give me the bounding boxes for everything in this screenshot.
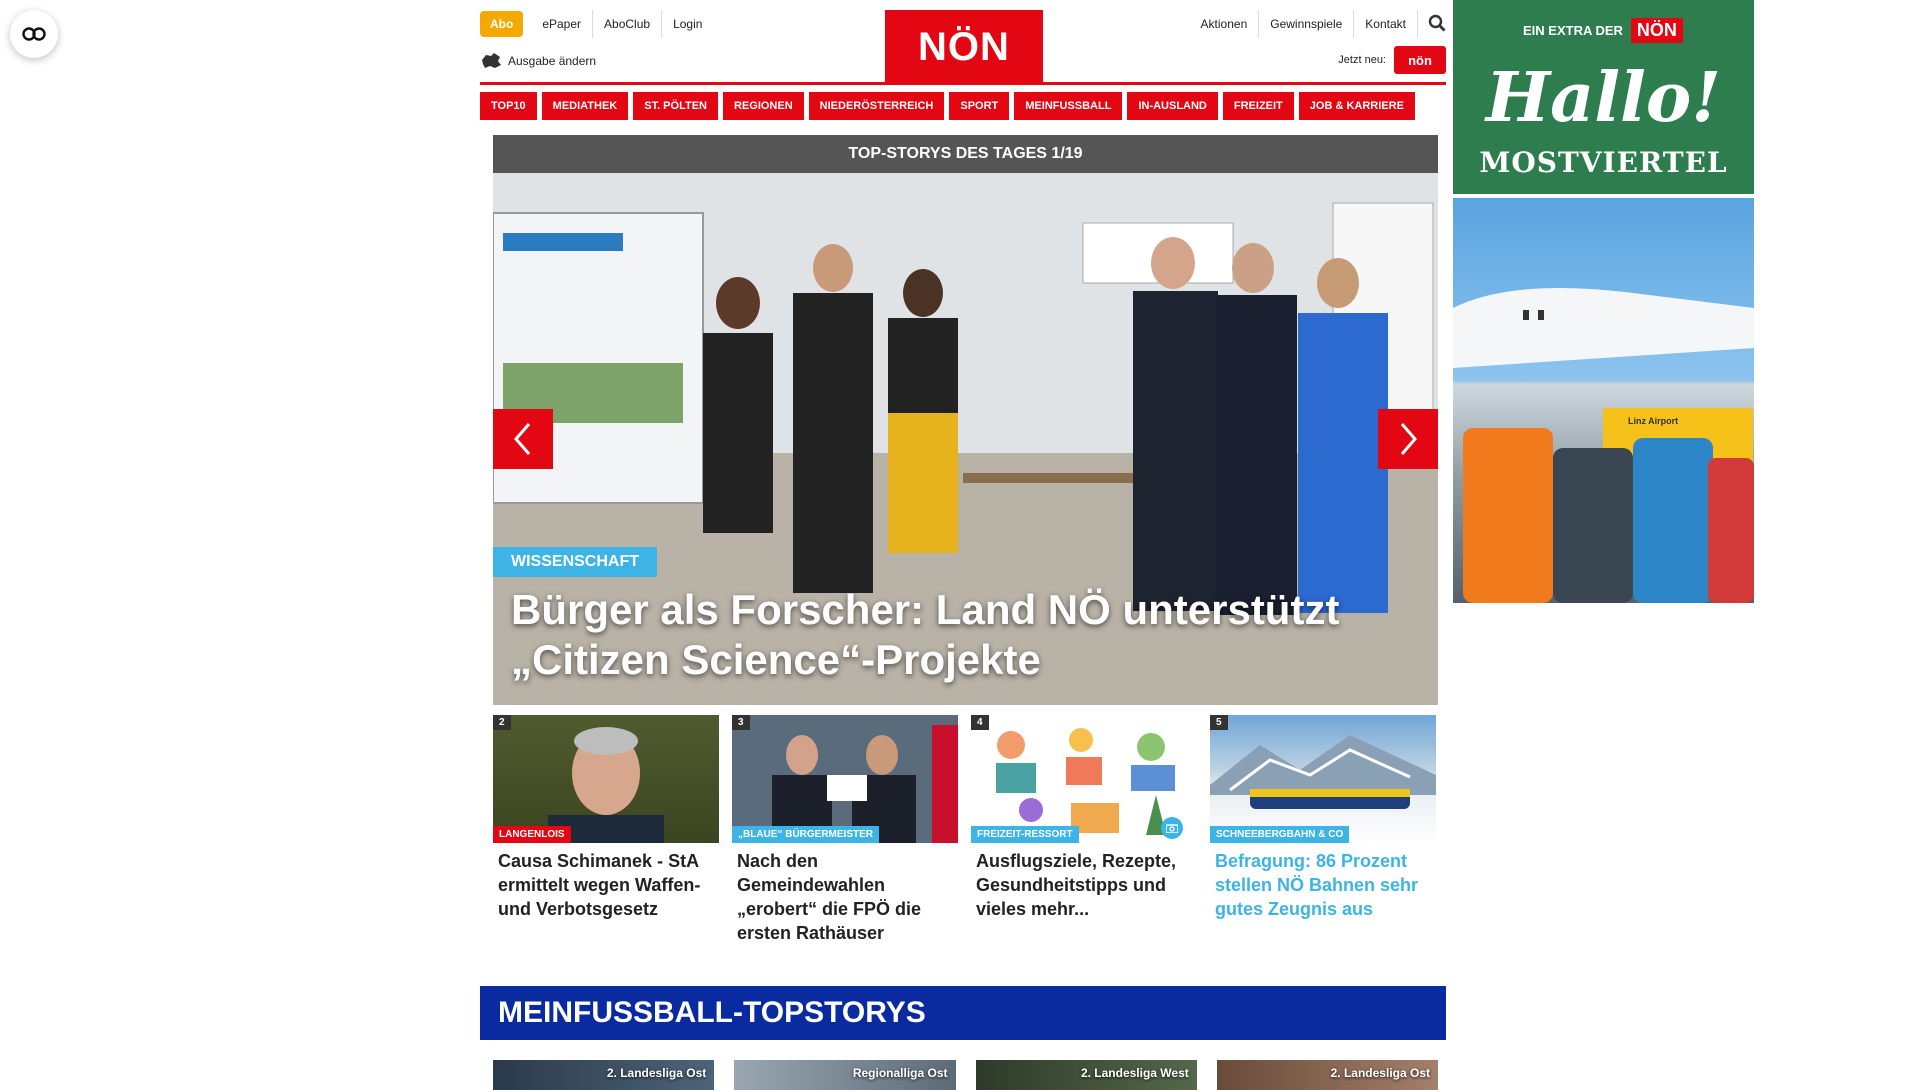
top-right-links: Aktionen Gewinnspiele Kontakt <box>1190 10 1446 38</box>
league-label: 2. Landesliga Ost <box>606 1066 707 1080</box>
meinfussball-list: 2. Landesliga Ost Regionalliga Ost 2. La… <box>493 1060 1438 1090</box>
gewinnspiele-link[interactable]: Gewinnspiele <box>1259 10 1355 38</box>
login-link[interactable]: Login <box>662 10 713 38</box>
league-label: Regionalliga Ost <box>852 1066 948 1080</box>
accessibility-button[interactable] <box>10 10 58 58</box>
main-navigation: TOP10 MEDIATHEK ST. PÖLTEN REGIONEN NIED… <box>480 92 1446 120</box>
header-divider <box>480 82 1446 85</box>
story-image: 2 LANGENLOIS <box>493 715 719 843</box>
ad-airport-photo: Linz Airport <box>1453 198 1754 603</box>
accessibility-icon <box>22 27 46 41</box>
abo-button[interactable]: Abo <box>480 11 524 37</box>
nav-item-freizeit[interactable]: FREIZEIT <box>1222 92 1294 120</box>
story-card[interactable]: 5 SCHNEEBERGBAHN & CO Befragung: 86 Proz… <box>1210 715 1436 945</box>
story-tag: SCHNEEBERGBAHN & CO <box>1210 826 1350 843</box>
ad-extra-line: EIN EXTRA DER NÖN <box>1523 18 1683 43</box>
ad-hallo-title: Hallo! <box>1485 58 1722 138</box>
fussball-story-card[interactable]: 2. Landesliga West <box>975 1060 1197 1090</box>
story-card[interactable]: 4 FREIZEIT-RESSORT Ausflugsziele, Rezept… <box>971 715 1197 945</box>
ad-header: EIN EXTRA DER NÖN Hallo! MOSTVIERTEL <box>1453 0 1754 194</box>
search-icon[interactable] <box>1428 14 1446 35</box>
meinfussball-section-header[interactable]: MEINFUSSBALL-TOPSTORYS <box>480 986 1446 1040</box>
chevron-right-icon <box>1400 423 1417 455</box>
aktionen-link[interactable]: Aktionen <box>1190 10 1260 38</box>
fussball-story-card[interactable]: Regionalliga Ost <box>734 1060 956 1090</box>
nav-item-st-poelten[interactable]: ST. PÖLTEN <box>633 92 718 120</box>
nav-item-meinfussball[interactable]: MEINFUSSBALL <box>1014 92 1123 120</box>
story-tag: LANGENLOIS <box>493 826 571 843</box>
story-card[interactable]: 3 „BLAUE“ BÜRGERMEISTER Nach den Gemeind… <box>732 715 958 945</box>
chevron-left-icon <box>514 423 531 455</box>
slider-prev-button[interactable] <box>493 409 553 469</box>
story-rank: 4 <box>971 715 989 730</box>
lower-austria-map-icon <box>482 53 501 68</box>
ad-non-logo: NÖN <box>1630 18 1683 43</box>
story-title[interactable]: Nach den Gemeindewahlen „erobert“ die FP… <box>732 843 958 945</box>
nav-item-sport[interactable]: SPORT <box>949 92 1010 120</box>
aboclub-link[interactable]: AboClub <box>593 10 663 38</box>
kontakt-link[interactable]: Kontakt <box>1354 10 1418 38</box>
league-label: 2. Landesliga Ost <box>1330 1066 1430 1080</box>
nav-item-top10[interactable]: TOP10 <box>480 92 537 120</box>
story-tag: FREIZEIT-RESSORT <box>971 826 1079 843</box>
new-product-promo[interactable]: Jetzt neu: nön <box>1338 46 1446 74</box>
story-rank: 3 <box>732 715 750 730</box>
camera-icon <box>1161 817 1183 839</box>
ad-region-title: MOSTVIERTEL <box>1479 146 1728 179</box>
advertisement-banner[interactable]: EIN EXTRA DER NÖN Hallo! MOSTVIERTEL Lin… <box>1453 0 1754 603</box>
edition-selector-label: Ausgabe ändern <box>508 54 597 68</box>
nav-item-regionen[interactable]: REGIONEN <box>722 92 804 120</box>
top-utility-links: Abo ePaper AboClub Login <box>480 10 713 38</box>
story-title[interactable]: Befragung: 86 Prozent stellen NÖ Bahnen … <box>1210 843 1436 921</box>
fussball-story-card[interactable]: 2. Landesliga Ost <box>493 1060 715 1090</box>
story-image: 5 SCHNEEBERGBAHN & CO <box>1210 715 1436 843</box>
hero-slider[interactable]: WISSENSCHAFT Bürger als Forscher: Land N… <box>493 173 1438 705</box>
story-title[interactable]: Causa Schimanek - StA ermittelt wegen Wa… <box>493 843 719 921</box>
nav-item-in-ausland[interactable]: IN-AUSLAND <box>1127 92 1218 120</box>
fussball-story-card[interactable]: 2. Landesliga Ost <box>1216 1060 1438 1090</box>
story-image: 3 „BLAUE“ BÜRGERMEISTER <box>732 715 958 843</box>
story-image: 4 FREIZEIT-RESSORT <box>971 715 1197 843</box>
story-tag: „BLAUE“ BÜRGERMEISTER <box>732 826 880 843</box>
site-header: Abo ePaper AboClub Login Ausgabe ändern … <box>480 8 1446 84</box>
ad-airport-sign: Linz Airport <box>1628 416 1679 426</box>
story-title[interactable]: Ausflugsziele, Rezepte, Gesundheitstipps… <box>971 843 1197 921</box>
hero-category-tag[interactable]: WISSENSCHAFT <box>493 547 657 577</box>
top-stories-header: TOP-STORYS DES TAGES 1/19 <box>493 135 1438 173</box>
nav-item-mediathek[interactable]: MEDIATHEK <box>541 92 629 120</box>
top-stories-list: 2 LANGENLOIS Causa Schimanek - StA ermit… <box>493 715 1438 945</box>
jetzt-neu-label: Jetzt neu: <box>1338 54 1386 66</box>
ad-extra-label: EIN EXTRA DER <box>1523 23 1623 38</box>
epaper-link[interactable]: ePaper <box>531 10 594 38</box>
nav-item-niederoesterreich[interactable]: NIEDERÖSTERREICH <box>808 92 945 120</box>
hero-headline[interactable]: Bürger als Forscher: Land NÖ unterstützt… <box>511 585 1411 685</box>
story-card[interactable]: 2 LANGENLOIS Causa Schimanek - StA ermit… <box>493 715 719 945</box>
edition-selector[interactable]: Ausgabe ändern <box>480 52 596 70</box>
nav-item-job-karriere[interactable]: JOB & KARRIERE <box>1298 92 1415 120</box>
story-rank: 2 <box>493 715 511 730</box>
kleine-non-logo: nön <box>1394 46 1446 74</box>
non-logo[interactable]: NÖN <box>885 10 1043 84</box>
story-rank: 5 <box>1210 715 1228 730</box>
league-label: 2. Landesliga West <box>1080 1066 1189 1080</box>
slider-next-button[interactable] <box>1378 409 1438 469</box>
